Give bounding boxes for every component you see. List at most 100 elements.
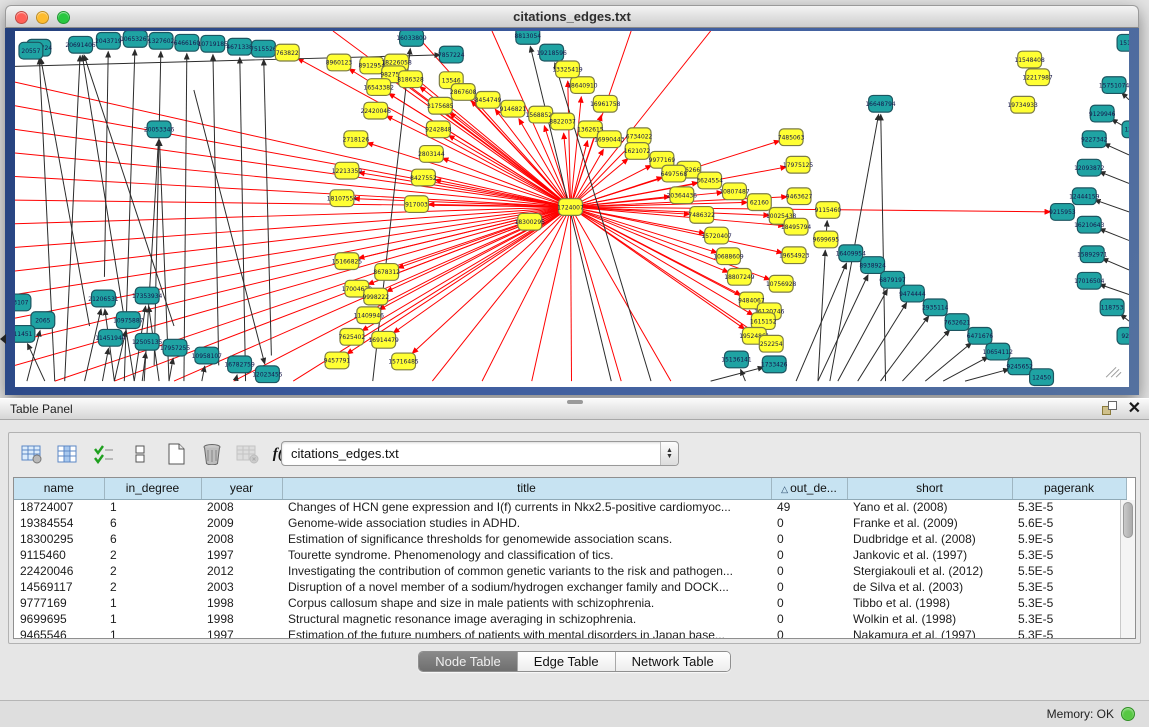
table-cell[interactable]: 49: [771, 499, 847, 515]
graph-node[interactable]: 917003: [405, 196, 429, 213]
table-cell[interactable]: 1998: [201, 595, 282, 611]
graph-node[interactable]: 11548408: [1014, 51, 1045, 68]
table-cell[interactable]: 5.3E-5: [1012, 611, 1126, 627]
graph-node[interactable]: 18107554: [327, 190, 358, 207]
table-cell[interactable]: 9115460: [14, 547, 104, 563]
tab-edge-table[interactable]: Edge Table: [518, 652, 616, 671]
table-cell[interactable]: 0: [771, 515, 847, 531]
graph-node[interactable]: 18807249: [724, 268, 755, 285]
graph-node[interactable]: 15166825: [332, 253, 363, 270]
graph-node[interactable]: 9699695: [813, 231, 840, 248]
graph-node[interactable]: 12450: [1030, 369, 1054, 386]
graph-node[interactable]: 2867608: [450, 84, 477, 101]
graph-node[interactable]: 20053346: [144, 121, 175, 138]
column-header-year[interactable]: year: [201, 478, 282, 499]
graph-node[interactable]: 4671338: [226, 38, 253, 55]
column-header-out_de[interactable]: △out_de...: [771, 478, 847, 499]
table-cell[interactable]: 1998: [201, 611, 282, 627]
graph-node[interactable]: 11409946: [354, 307, 385, 324]
graph-node[interactable]: 62160: [747, 194, 771, 211]
graph-node[interactable]: 15720407: [701, 227, 732, 244]
table-cell[interactable]: Estimation of the future numbers of pati…: [282, 627, 771, 639]
table-row[interactable]: 946554611997Estimation of the future num…: [14, 627, 1126, 639]
graph-node[interactable]: 15104: [1117, 34, 1129, 51]
graph-node[interactable]: 8813054: [515, 31, 542, 44]
table-cell[interactable]: 22420046: [14, 563, 104, 579]
graph-node[interactable]: 13325419: [552, 61, 583, 78]
graph-node[interactable]: 16210643: [1074, 216, 1105, 233]
graph-node[interactable]: 6497568: [661, 165, 688, 182]
graph-node[interactable]: 1733426: [761, 356, 788, 373]
table-cell[interactable]: 1: [104, 627, 201, 639]
graph-node[interactable]: 10958107: [192, 347, 223, 364]
table-cell[interactable]: Jankovic et al. (1997): [847, 547, 1012, 563]
graph-node[interactable]: 10688609: [713, 248, 744, 265]
graph-node[interactable]: 22420046: [361, 102, 392, 119]
graph-node[interactable]: 21206531: [88, 290, 119, 307]
table-cell[interactable]: Structural magnetic resonance image aver…: [282, 611, 771, 627]
graph-node[interactable]: 15136141: [721, 351, 752, 368]
table-cell[interactable]: Tibbo et al. (1998): [847, 595, 1012, 611]
graph-node[interactable]: 18495794: [781, 218, 812, 235]
table-scrollbar-thumb[interactable]: [1123, 502, 1133, 538]
table-row[interactable]: 1830029562008Estimation of significance …: [14, 531, 1126, 547]
graph-node[interactable]: 12505135: [132, 333, 163, 350]
table-cell[interactable]: 19384554: [14, 515, 104, 531]
graph-node[interactable]: 18300295: [515, 213, 546, 230]
graph-node[interactable]: 6471676: [967, 328, 994, 345]
graph-node[interactable]: 9242848: [425, 121, 452, 138]
graph-node[interactable]: 7486322: [688, 207, 715, 224]
table-cell[interactable]: 5.5E-5: [1012, 563, 1126, 579]
table-cell[interactable]: 0: [771, 563, 847, 579]
delete-table-button[interactable]: [197, 440, 227, 468]
table-cell[interactable]: 2012: [201, 563, 282, 579]
table-cell[interactable]: 5.6E-5: [1012, 515, 1126, 531]
graph-node[interactable]: 15751074: [1099, 77, 1129, 94]
graph-node[interactable]: 10975887: [113, 312, 144, 329]
graph-node[interactable]: 17975125: [783, 156, 814, 173]
graph-node[interactable]: 13107: [15, 294, 31, 311]
graph-node[interactable]: 2935114: [922, 299, 949, 316]
table-cell[interactable]: 5.3E-5: [1012, 547, 1126, 563]
table-cell[interactable]: Disruption of a novel member of a sodium…: [282, 579, 771, 595]
column-header-name[interactable]: name: [14, 478, 104, 499]
table-row[interactable]: 1938455462009Genome-wide association stu…: [14, 515, 1126, 531]
table-cell[interactable]: Genome-wide association studies in ADHD.: [282, 515, 771, 531]
graph-node[interactable]: 9129946: [1089, 105, 1116, 122]
graph-node[interactable]: 17957255: [160, 339, 191, 356]
tab-node-table[interactable]: Node Table: [419, 652, 518, 671]
table-cell[interactable]: Tourette syndrome. Phenomenology and cla…: [282, 547, 771, 563]
graph-node[interactable]: 19654923: [779, 247, 810, 264]
table-settings-button[interactable]: [17, 440, 47, 468]
table-cell[interactable]: 5.9E-5: [1012, 531, 1126, 547]
graph-node[interactable]: 9227342: [1081, 131, 1108, 148]
graph-node[interactable]: 1327602: [148, 32, 175, 49]
graph-node[interactable]: 11451: [15, 326, 35, 343]
table-cell[interactable]: 18300295: [14, 531, 104, 547]
table-cell[interactable]: Wolkin et al. (1998): [847, 611, 1012, 627]
combo-stepper-icon[interactable]: ▲▼: [660, 442, 678, 465]
graph-node[interactable]: 8938924: [859, 257, 886, 274]
graph-node[interactable]: 16961758: [590, 95, 621, 112]
graph-node[interactable]: 8678312: [373, 264, 400, 281]
graph-node[interactable]: 20557: [19, 42, 43, 59]
graph-node[interactable]: 1621072: [624, 143, 651, 160]
graph-node[interactable]: 9215953: [1049, 204, 1076, 221]
row-height-button[interactable]: [125, 440, 155, 468]
table-cell[interactable]: Franke et al. (2009): [847, 515, 1012, 531]
graph-node[interactable]: 19218596: [536, 44, 567, 61]
network-canvas[interactable]: 4955724206914062043719106532671327602646…: [15, 31, 1129, 387]
graph-node[interactable]: 118753: [1100, 299, 1124, 316]
graph-node[interactable]: 9245: [1117, 328, 1129, 345]
graph-node[interactable]: 10653267: [120, 31, 151, 47]
graph-node[interactable]: 8960123: [326, 54, 353, 71]
table-cell[interactable]: 5.3E-5: [1012, 499, 1126, 515]
table-row[interactable]: 969969511998Structural magnetic resonanc…: [14, 611, 1126, 627]
graph-node[interactable]: 16543382: [364, 79, 395, 96]
graph-node[interactable]: 2803144: [418, 146, 445, 163]
graph-node[interactable]: 10756928: [766, 275, 797, 292]
create-table-button[interactable]: [161, 440, 191, 468]
window-titlebar[interactable]: citations_edges.txt: [5, 5, 1139, 28]
graph-node[interactable]: 12744: [1122, 121, 1129, 138]
graph-node[interactable]: 15716485: [388, 353, 419, 370]
